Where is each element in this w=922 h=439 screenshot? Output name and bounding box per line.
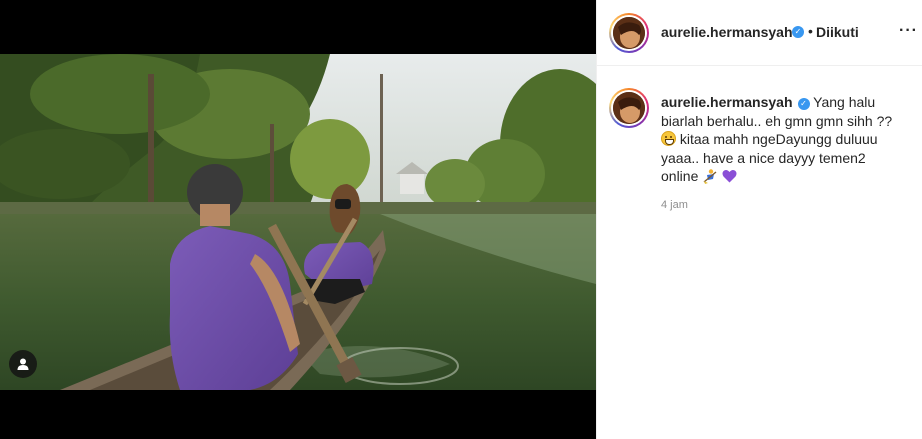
tagged-users-button[interactable] <box>9 350 37 378</box>
caption-line: Yang halu <box>813 94 876 110</box>
purple-heart-emoji <box>722 169 737 183</box>
grinning-face-emoji <box>661 131 676 146</box>
avatar[interactable] <box>609 13 649 53</box>
post-details-pane: aurelie.hermansyah ✓ • Diikuti ··· aurel… <box>596 0 922 439</box>
caption-line: kitaa mahh ngeDayungg duluuu <box>679 131 878 147</box>
caption-avatar[interactable] <box>609 88 649 128</box>
caption-line: biarlah berhalu.. eh gmn gmn sihh ?? <box>661 112 893 129</box>
post-media-pane <box>0 0 596 439</box>
more-options-icon[interactable]: ··· <box>899 23 918 39</box>
caption-username[interactable]: aurelie.hermansyah <box>661 94 793 110</box>
caption-line: yaaa.. have a nice dayyy temen2 <box>661 149 866 166</box>
follow-status-button[interactable]: Diikuti <box>816 24 859 40</box>
post-timestamp[interactable]: 4 jam <box>661 199 688 211</box>
tagged-user-icon <box>17 358 29 370</box>
post-author-username[interactable]: aurelie.hermansyah <box>661 24 793 40</box>
post-header: aurelie.hermansyah ✓ • Diikuti ··· <box>597 0 922 66</box>
verified-badge-icon: ✓ <box>792 26 804 38</box>
caption-line: online <box>661 168 699 184</box>
verified-badge-icon: ✓ <box>797 98 810 110</box>
separator-dot: • <box>808 23 813 39</box>
post-photo[interactable] <box>0 54 596 390</box>
person-rowing-emoji <box>703 169 717 184</box>
post-caption: aurelie.hermansyah ✓ Yang halu biarlah be… <box>661 93 911 186</box>
avatar-image <box>613 92 645 124</box>
canoe-photo <box>0 54 596 390</box>
avatar-image <box>613 17 645 49</box>
